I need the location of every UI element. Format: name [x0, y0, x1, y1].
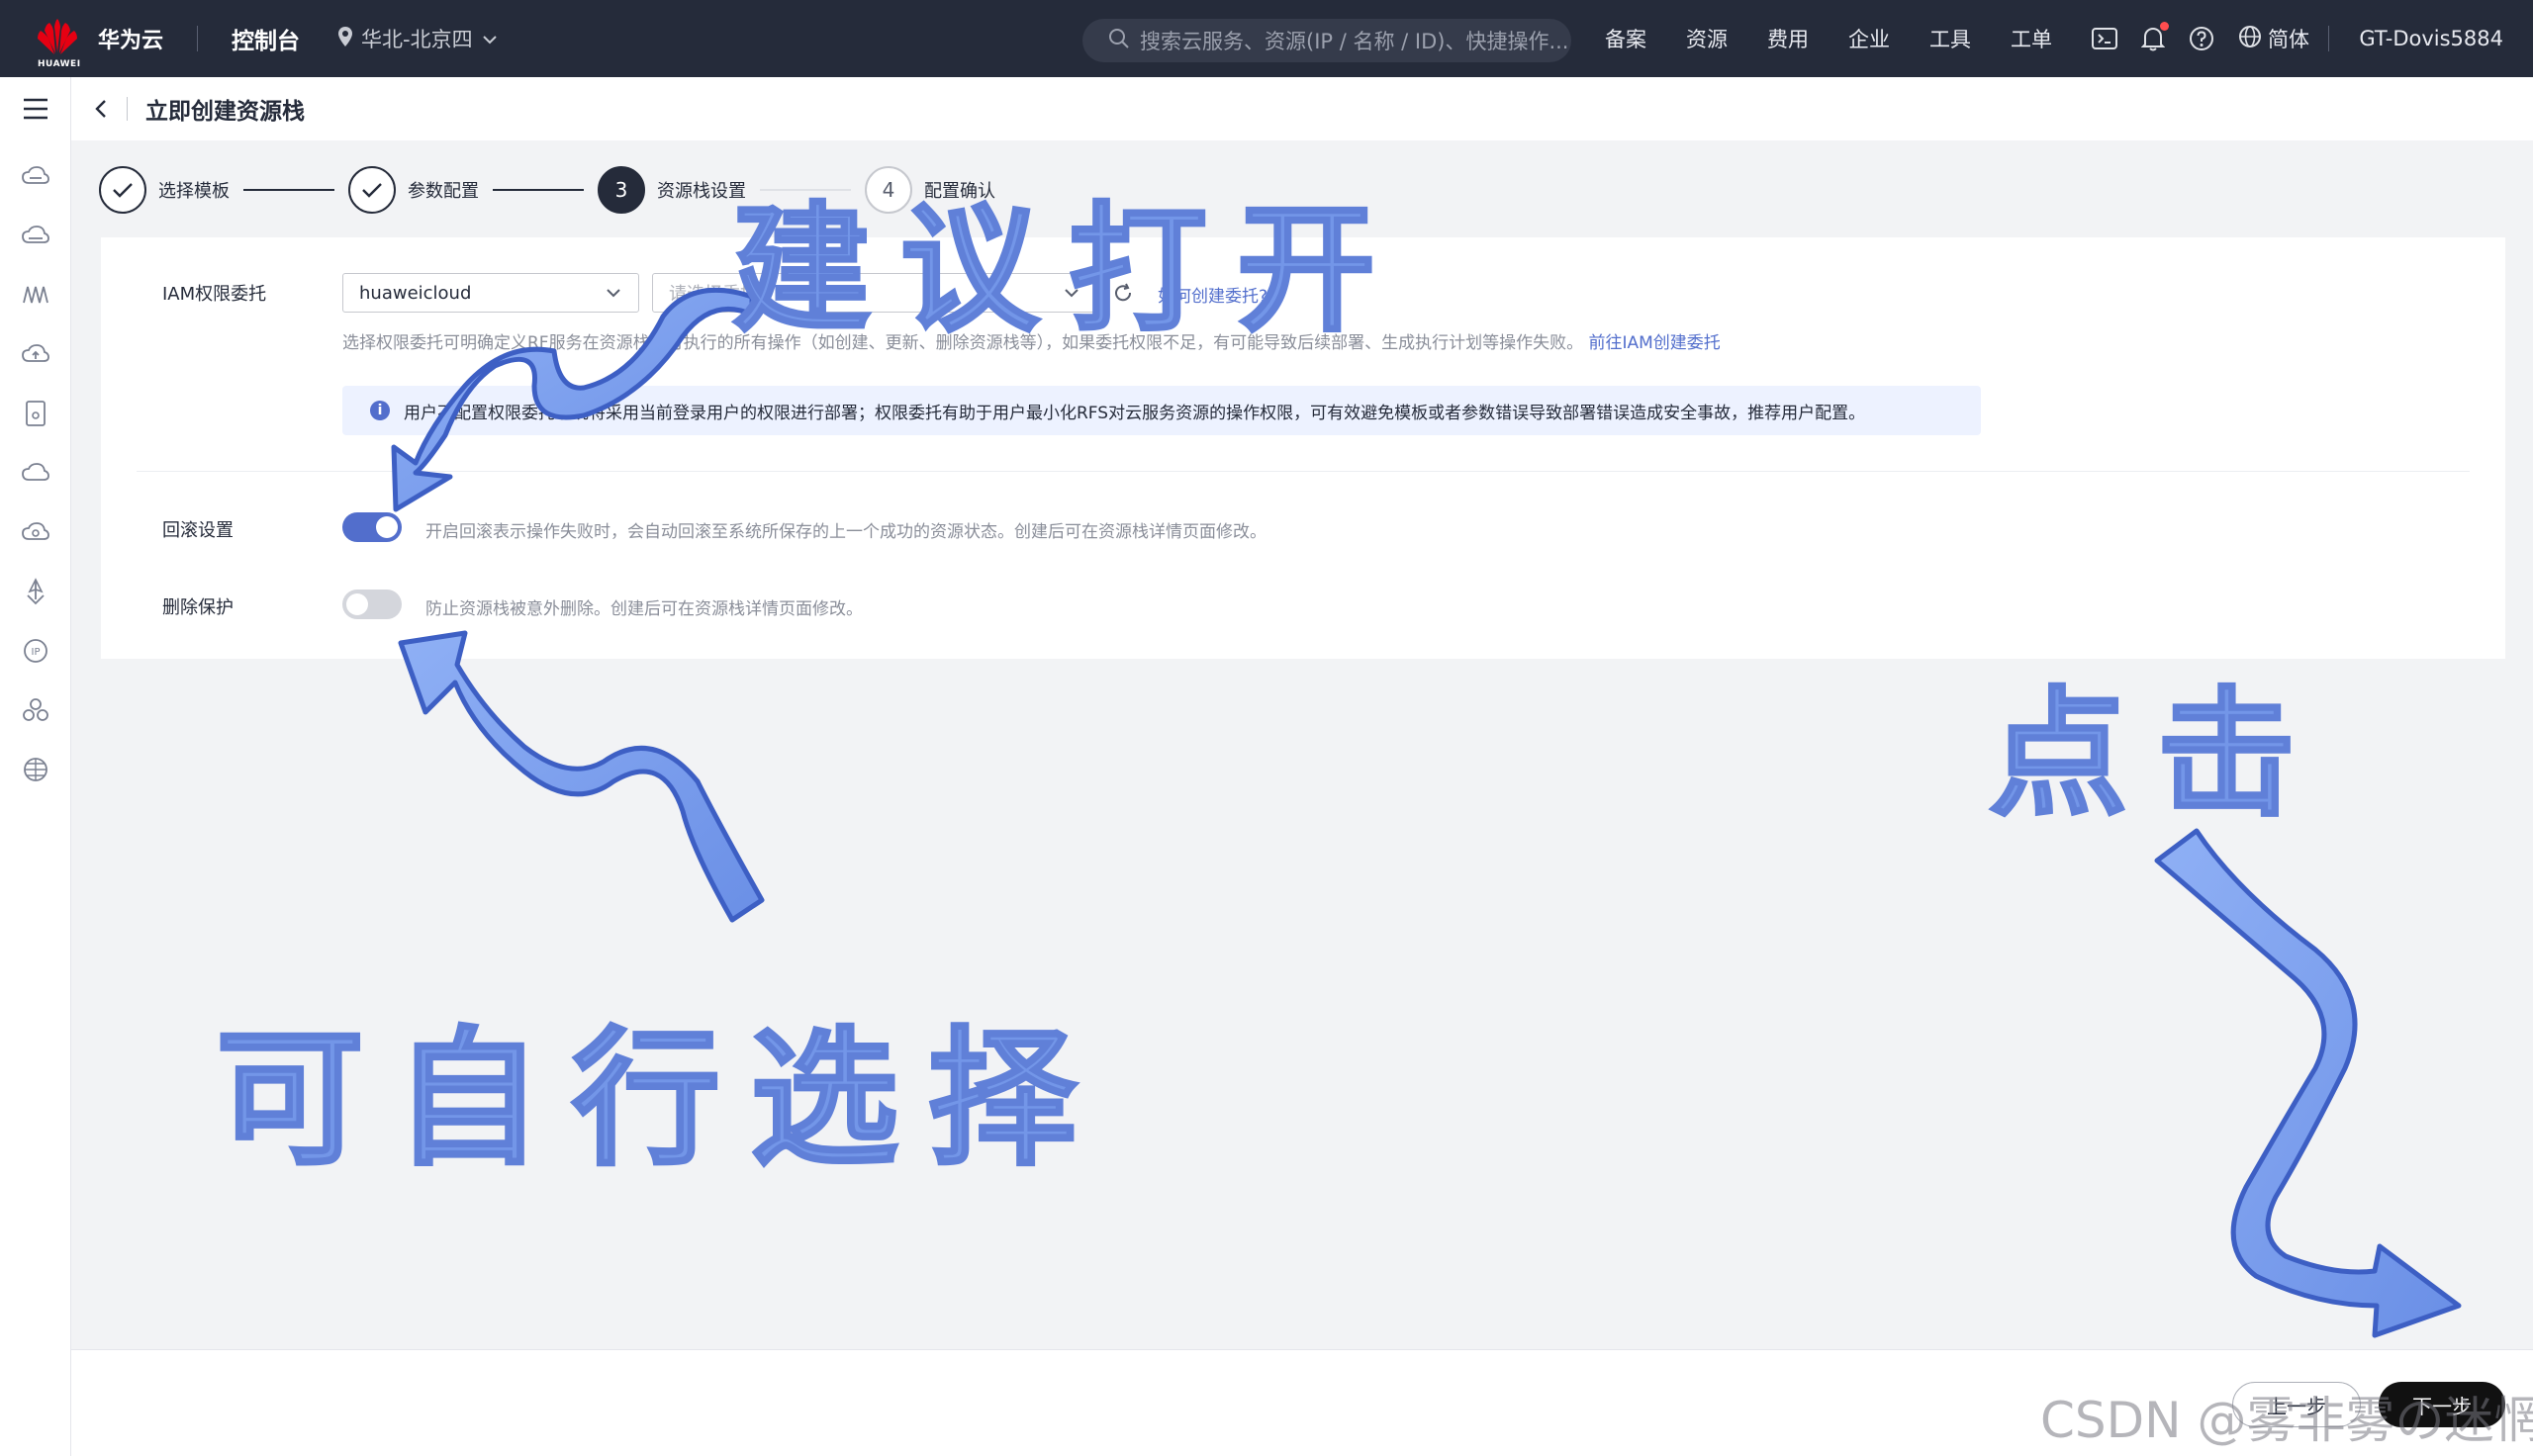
- left-service-rail: IP: [0, 77, 71, 1456]
- cluster-icon[interactable]: [18, 692, 53, 728]
- brand-name[interactable]: 华为云: [98, 23, 163, 54]
- annotation-recommend-on: 建议打开: [730, 189, 1406, 353]
- rollback-toggle[interactable]: [342, 512, 402, 542]
- username: GT-Dovis5884: [2359, 27, 2503, 50]
- delete-protection-label: 删除保护: [162, 597, 234, 618]
- rollback-label: 回滚设置: [162, 520, 234, 541]
- info-alert: i 用户不配置权限委托系统将采用当前登录用户的权限进行部署；权限委托有助于用户最…: [342, 386, 1981, 435]
- region-name: 华北-北京四: [361, 28, 473, 51]
- arrow-to-next-button: [2154, 828, 2462, 1338]
- select-value: huaweicloud: [359, 282, 472, 304]
- page-header: 立即创建资源栈: [71, 77, 2533, 140]
- page-title: 立即创建资源栈: [145, 99, 305, 125]
- top-nav-menu: 备案 资源 费用 企业 工具 工单 简体: [1605, 0, 2309, 77]
- step-stack-settings: 3 资源栈设置: [598, 166, 746, 214]
- cloud-icon[interactable]: [18, 455, 53, 491]
- iam-agency-label: IAM权限委托: [162, 284, 267, 305]
- huawei-logo-icon[interactable]: HUAWEI: [35, 17, 80, 69]
- nav-item-resources[interactable]: 资源: [1686, 24, 1728, 53]
- nav-item-tools[interactable]: 工具: [1929, 24, 1971, 53]
- search-icon: [1108, 28, 1130, 54]
- check-icon: [99, 166, 146, 214]
- delete-protection-hint: 防止资源栈被意外删除。创建后可在资源栈详情页面修改。: [425, 599, 863, 619]
- divider: [127, 97, 128, 121]
- step-label: 选择模板: [158, 181, 230, 202]
- go-to-iam-link[interactable]: 前往IAM创建委托: [1589, 333, 1721, 353]
- info-icon: i: [370, 401, 390, 420]
- step-connector: [493, 189, 584, 191]
- section-divider: [137, 471, 2470, 472]
- toggle-knob: [376, 516, 398, 538]
- nav-item-enterprise[interactable]: 企业: [1848, 24, 1890, 53]
- step-connector: [243, 189, 334, 191]
- back-arrow-icon[interactable]: [93, 97, 109, 121]
- globe-icon: [2238, 25, 2262, 53]
- language-selector[interactable]: 简体: [2238, 24, 2309, 53]
- cloud-upload-icon[interactable]: [18, 336, 53, 372]
- top-navigation-bar: HUAWEI 华为云 控制台 华北-北京四 搜索云服务、资源(IP / 名称 /…: [0, 0, 2533, 77]
- toggle-knob: [346, 593, 368, 615]
- logo-wordmark: HUAWEI: [38, 59, 81, 69]
- delete-protection-toggle[interactable]: [342, 590, 402, 619]
- step-label: 参数配置: [408, 181, 479, 202]
- cloud-server-icon[interactable]: [18, 158, 53, 194]
- cloud-database-icon[interactable]: [18, 514, 53, 550]
- info-alert-text: 用户不配置权限委托系统将采用当前登录用户的权限进行部署；权限委托有助于用户最小化…: [404, 403, 1866, 423]
- chevron-down-icon: [605, 285, 622, 306]
- step-select-template: 选择模板: [99, 166, 230, 214]
- step-parameter-config: 参数配置: [348, 166, 479, 214]
- ip-icon[interactable]: IP: [18, 633, 53, 669]
- language-label: 简体: [2268, 28, 2309, 51]
- search-placeholder: 搜索云服务、资源(IP / 名称 / ID)、快捷操作...: [1140, 30, 1569, 53]
- bell-icon[interactable]: [2141, 22, 2169, 51]
- menu-icon[interactable]: [18, 91, 53, 127]
- iam-provider-select[interactable]: huaweicloud: [342, 273, 639, 313]
- cloud-storage-icon[interactable]: [18, 218, 53, 253]
- nav-item-tickets[interactable]: 工单: [2011, 24, 2052, 53]
- deploy-icon[interactable]: [18, 574, 53, 609]
- chevron-down-icon: [481, 27, 499, 50]
- help-icon[interactable]: [2189, 26, 2214, 51]
- user-menu[interactable]: GT-Dovis5884: [2328, 0, 2503, 77]
- annotation-click: 点击: [1987, 674, 2326, 838]
- globe-network-icon[interactable]: [18, 752, 53, 787]
- divider: [2328, 26, 2330, 51]
- location-pin-icon: [337, 26, 353, 52]
- nav-item-billing[interactable]: 费用: [1767, 24, 1809, 53]
- global-search-input[interactable]: 搜索云服务、资源(IP / 名称 / ID)、快捷操作...: [1082, 19, 1571, 62]
- annotation-optional-select: 可自行选择: [214, 1013, 1107, 1188]
- rollback-hint: 开启回滚表示操作失败时，会自动回滚至系统所保存的上一个成功的资源状态。创建后可在…: [425, 522, 1266, 542]
- arrow-to-delete-toggle: [398, 630, 765, 923]
- nav-item-filing[interactable]: 备案: [1605, 24, 1646, 53]
- console-link[interactable]: 控制台: [232, 22, 300, 55]
- divider: [197, 26, 199, 51]
- step-number: 3: [598, 166, 645, 214]
- terminal-icon[interactable]: [2092, 27, 2117, 50]
- monitor-wave-icon[interactable]: [18, 277, 53, 313]
- csdn-watermark: CSDN @雾非雾の迷惘: [2040, 1392, 2533, 1449]
- notification-dot: [2160, 22, 2169, 31]
- svg-text:IP: IP: [32, 647, 41, 658]
- document-icon[interactable]: [18, 396, 53, 431]
- check-icon: [348, 166, 396, 214]
- region-selector[interactable]: 华北-北京四: [337, 24, 499, 53]
